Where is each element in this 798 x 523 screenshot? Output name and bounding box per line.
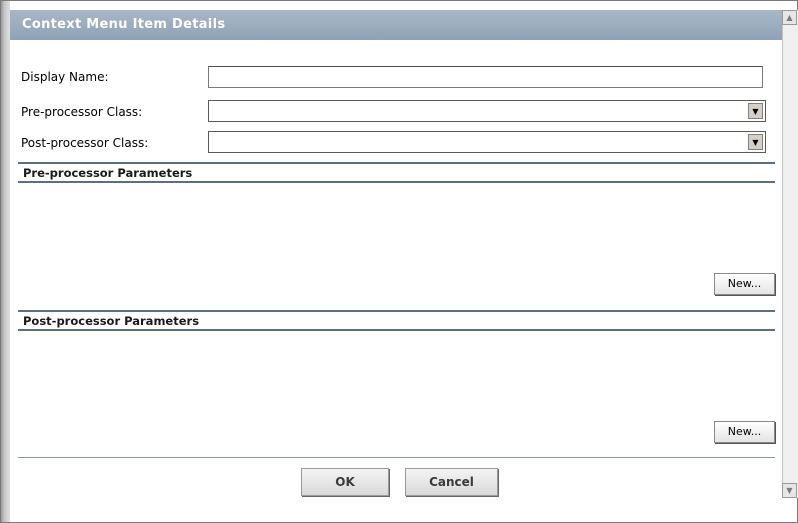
display-name-label: Display Name:	[21, 70, 109, 84]
post-processor-class-label: Post-processor Class:	[21, 136, 149, 150]
title-bar: Context Menu Item Details	[10, 10, 782, 40]
vertical-scrollbar[interactable]	[782, 10, 798, 498]
pre-processor-parameters-title: Pre-processor Parameters	[23, 166, 193, 180]
cancel-button[interactable]: Cancel	[405, 468, 498, 496]
dialog-window: Context Menu Item Details ▲ ▼ Display Na…	[0, 0, 798, 523]
display-name-input[interactable]	[208, 66, 763, 88]
post-processor-parameters-header: Post-processor Parameters	[18, 310, 775, 331]
pre-processor-class-label: Pre-processor Class:	[21, 105, 143, 119]
chevron-down-icon[interactable]: ▼	[748, 134, 763, 150]
pre-processor-parameters-header: Pre-processor Parameters	[18, 162, 775, 183]
scroll-up-arrow-icon[interactable]: ▲	[782, 10, 797, 25]
post-processor-parameters-title: Post-processor Parameters	[23, 314, 200, 328]
post-processor-class-select[interactable]: ▼	[208, 131, 766, 153]
scroll-down-arrow-icon[interactable]: ▼	[782, 483, 797, 498]
footer-divider	[18, 457, 775, 458]
dialog-title: Context Menu Item Details	[22, 17, 226, 32]
chevron-down-icon[interactable]: ▼	[748, 103, 763, 119]
post-processor-new-button[interactable]: New...	[714, 421, 775, 443]
pre-processor-class-select[interactable]: ▼	[208, 100, 766, 122]
ok-button[interactable]: OK	[301, 468, 389, 496]
window-frame-left	[1, 1, 10, 522]
pre-processor-new-button[interactable]: New...	[714, 273, 775, 295]
